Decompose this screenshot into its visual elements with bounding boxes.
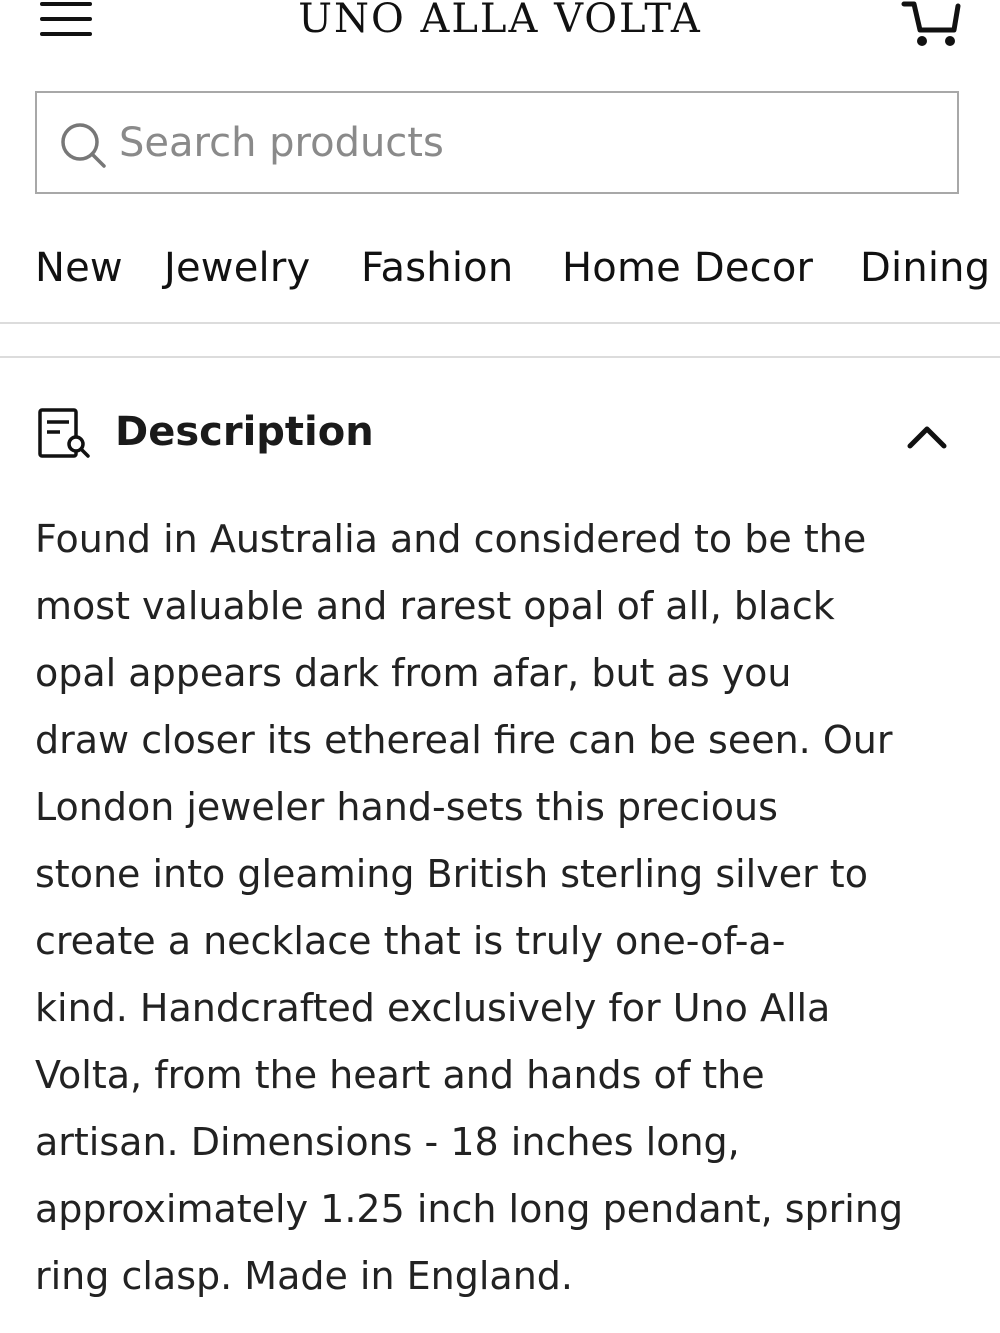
search-icon <box>61 123 106 168</box>
description-text: Found in Australia and considered to be … <box>35 506 975 1310</box>
category-nav: New Jewelry Fashion Home Decor Dining <box>0 226 1000 322</box>
menu-button[interactable] <box>38 0 94 40</box>
description-line: stone into gleaming British sterling sil… <box>35 852 868 896</box>
description-line: opal appears dark from afar, but as you <box>35 651 792 695</box>
shopping-cart-icon <box>901 1 961 46</box>
description-line: London jeweler hand-sets this precious <box>35 785 778 829</box>
nav-item-dining[interactable]: Dining <box>860 242 990 294</box>
description-line: kind. Handcrafted exclusively for Uno Al… <box>35 986 831 1030</box>
chevron-up-icon <box>907 426 947 449</box>
product-page: UNO ALLA VOLTA New Jewelry Fashion Home … <box>0 0 1000 1333</box>
document-search-icon <box>38 408 90 458</box>
description-line: Volta, from the heart and hands of the <box>35 1053 765 1097</box>
description-line: approximately 1.25 inch long pendant, sp… <box>35 1187 904 1231</box>
description-line: artisan. Dimensions - 18 inches long, <box>35 1120 740 1164</box>
nav-item-home-decor[interactable]: Home Decor <box>562 242 813 294</box>
description-toggle[interactable]: Description <box>0 390 1000 480</box>
description-line: draw closer its ethereal fire can be see… <box>35 718 893 762</box>
nav-item-new[interactable]: New <box>35 242 123 294</box>
nav-item-jewelry[interactable]: Jewelry <box>164 242 310 294</box>
search-input[interactable] <box>119 111 939 175</box>
description-line: create a necklace that is truly one-of-a… <box>35 919 786 963</box>
cart-button[interactable] <box>900 0 964 50</box>
hamburger-menu-icon <box>40 2 92 36</box>
section-divider <box>0 356 1000 358</box>
nav-item-fashion[interactable]: Fashion <box>361 242 513 294</box>
description-line: Found in Australia and considered to be … <box>35 517 867 561</box>
search-bar[interactable] <box>35 91 959 194</box>
description-line: ring clasp. Made in England. <box>35 1254 573 1298</box>
description-title: Description <box>115 409 374 455</box>
brand-logo[interactable]: UNO ALLA VOLTA <box>0 0 1000 44</box>
description-line: most valuable and rarest opal of all, bl… <box>35 584 835 628</box>
site-header: UNO ALLA VOLTA <box>0 0 1000 70</box>
nav-divider <box>0 322 1000 324</box>
